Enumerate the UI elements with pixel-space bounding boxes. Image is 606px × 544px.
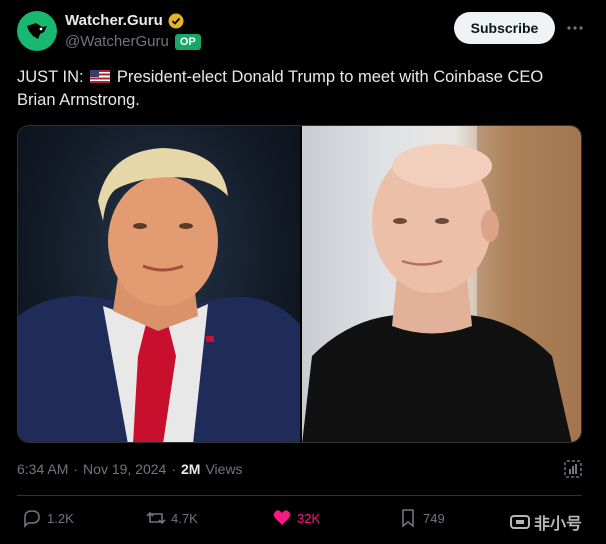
meta-separator: ·	[73, 461, 79, 477]
dog-logo-icon	[27, 23, 47, 39]
views-count: 2M	[181, 461, 201, 477]
subscribe-button[interactable]: Subscribe	[454, 12, 555, 44]
avatar[interactable]	[17, 11, 57, 51]
tweet-text: JUST IN: President-elect Donald Trump to…	[17, 66, 582, 112]
tweet-date[interactable]: Nov 19, 2024	[83, 461, 166, 477]
reply-icon	[24, 510, 40, 528]
analytics-icon[interactable]	[563, 459, 583, 479]
brian-armstrong-photo[interactable]	[302, 126, 581, 442]
like-button[interactable]: 32K	[272, 508, 320, 528]
bookmark-count: 749	[423, 510, 445, 526]
reply-button[interactable]: 1.2K	[22, 508, 74, 528]
tweet-header: Watcher.Guru @WatcherGuru OP Subscribe	[17, 10, 596, 54]
verified-badge-icon	[168, 13, 184, 28]
repost-count: 4.7K	[171, 510, 198, 526]
author-handle[interactable]: @WatcherGuru	[65, 33, 169, 50]
us-flag-icon	[90, 70, 111, 83]
tweet-prefix: JUST IN:	[17, 68, 84, 86]
watermark: 非小号	[510, 510, 582, 534]
tweet-media[interactable]	[17, 125, 582, 443]
trump-photo[interactable]	[18, 126, 300, 442]
repost-button[interactable]: 4.7K	[146, 508, 198, 528]
like-count: 32K	[297, 510, 321, 526]
author-name[interactable]: Watcher.Guru	[65, 12, 163, 29]
divider	[17, 495, 582, 496]
reply-count: 1.2K	[47, 510, 74, 526]
meta-separator: ·	[171, 461, 177, 477]
bookmark-icon	[402, 509, 414, 528]
watermark-text: 非小号	[534, 516, 583, 533]
tweet-meta: 6:34 AM · Nov 19, 2024 · 2M Views	[17, 461, 243, 477]
repost-icon	[146, 511, 166, 525]
heart-icon	[273, 510, 291, 525]
views-label: Views	[205, 461, 243, 477]
watermark-logo-icon	[510, 515, 530, 529]
tweet-time[interactable]: 6:34 AM	[17, 461, 68, 477]
op-badge: OP	[174, 33, 201, 50]
bookmark-button[interactable]: 749	[398, 508, 445, 528]
more-options-icon[interactable]	[565, 18, 585, 38]
